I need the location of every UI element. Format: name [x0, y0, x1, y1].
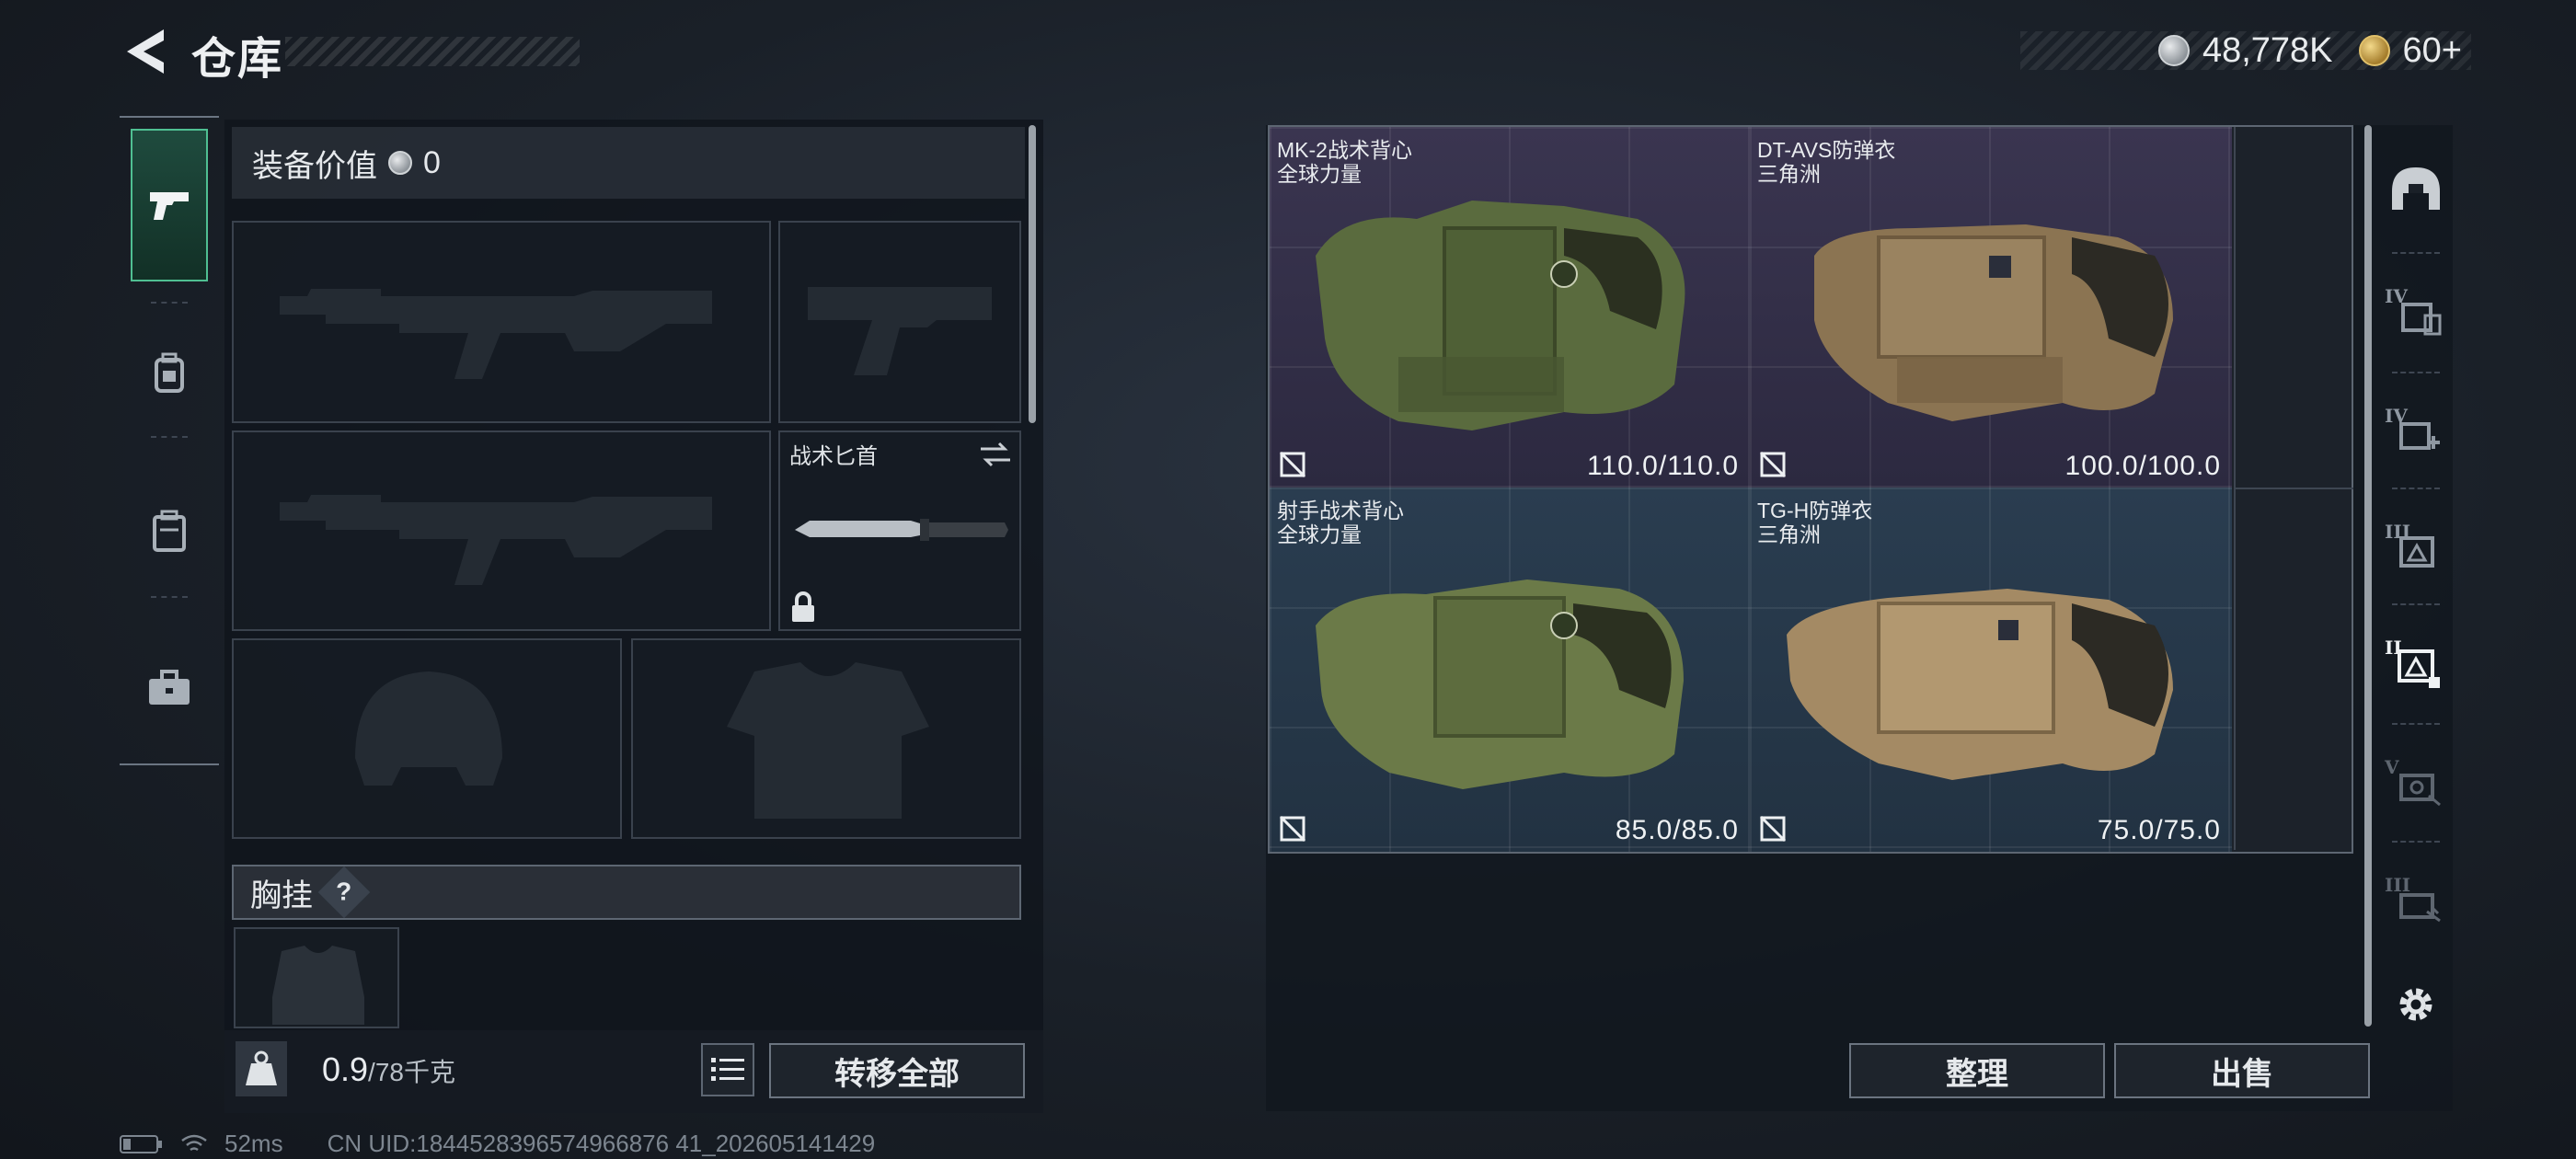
tier-label: IV — [2385, 285, 2408, 307]
helmet-silhouette-icon — [355, 671, 502, 786]
equipment-value-bar: 装备价值 0 — [232, 127, 1025, 199]
back-arrow-icon — [127, 29, 164, 74]
help-button[interactable]: ? — [317, 866, 371, 919]
tier-label: III — [2385, 521, 2411, 543]
tier-label: II — [2385, 637, 2402, 659]
equipment-value-amount: 0 — [423, 144, 441, 180]
silver-coin-icon — [388, 151, 412, 175]
stash-item-marksman-vest[interactable]: 射手战术背心 全球力量 85.0/85.0 — [1270, 488, 1750, 852]
item-durability: 100.0/100.0 — [2064, 451, 2221, 481]
no-insure-icon — [1279, 451, 1306, 478]
list-icon — [711, 1058, 744, 1081]
gold-currency-amount[interactable]: 60+ — [2403, 31, 2462, 71]
category-case[interactable] — [120, 486, 219, 578]
secondary-weapon-slot[interactable] — [778, 221, 1021, 423]
no-insure-icon — [1279, 815, 1306, 843]
body-armor-slot[interactable] — [631, 638, 1021, 839]
equipment-value-label: 装备价值 — [252, 148, 377, 184]
filter-armor-tier4[interactable]: IV — [2379, 269, 2453, 361]
helmet-filter-icon — [2392, 167, 2440, 210]
rifle-silhouette-icon — [280, 495, 712, 585]
gold-coin-icon — [2358, 35, 2390, 66]
filter-key-tier5[interactable]: V — [2379, 740, 2453, 832]
transfer-all-button[interactable]: 转移全部 — [769, 1043, 1025, 1098]
tier-label: V — [2385, 756, 2399, 778]
weight-max: /78千克 — [368, 1058, 455, 1086]
stash-item-dtavs-armor[interactable]: DT-AVS防弹衣 三角洲 100.0/100.0 — [1750, 127, 2232, 488]
category-sidebar — [120, 116, 219, 765]
category-weapons[interactable] — [131, 129, 208, 281]
helmet-slot[interactable] — [232, 638, 622, 839]
chest-rig-label: 胸挂 — [250, 878, 313, 913]
sell-button[interactable]: 出售 — [2114, 1043, 2370, 1098]
filter-medkit-tier4[interactable]: IV — [2379, 388, 2453, 480]
weight-kg-icon — [236, 1041, 287, 1096]
silver-currency-amount: 48,778K — [2202, 30, 2333, 70]
toolbox-icon — [149, 670, 190, 705]
currency-bar: 48,778K 60+ — [2020, 31, 2471, 70]
stash-grid: MK-2战术背心 全球力量 110.0/110.0 DT-AVS防弹衣 三角洲 — [1268, 125, 2353, 854]
title-decoration — [285, 37, 580, 66]
body-armor-icon — [1814, 224, 2173, 421]
page-title: 仓库 — [191, 35, 284, 84]
tactical-vest-icon — [1316, 201, 1685, 430]
status-bar: 52ms CN UID:1844528396574966876 41_20260… — [120, 1130, 875, 1158]
no-insure-icon — [1759, 451, 1787, 478]
help-icon: ? — [336, 877, 352, 906]
lock-icon — [792, 591, 814, 622]
item-durability: 85.0/85.0 — [1615, 815, 1739, 845]
primary-weapon-slot-2[interactable] — [232, 430, 771, 631]
settings-button[interactable] — [2379, 958, 2453, 1050]
item-durability: 75.0/75.0 — [2097, 815, 2221, 845]
armor-silhouette-icon — [727, 662, 929, 819]
chest-rig-silhouette-icon — [272, 946, 364, 1025]
item-durability: 110.0/110.0 — [1586, 451, 1739, 481]
stash-scrollbar[interactable] — [2364, 125, 2372, 1027]
melee-slot-label: 战术匕首 — [789, 444, 878, 469]
list-view-button[interactable] — [701, 1043, 754, 1096]
knife-icon — [795, 519, 1008, 541]
tier-label: IV — [2385, 405, 2408, 427]
weight-readout: 0.9/78千克 — [322, 1050, 455, 1089]
rifle-silhouette-icon — [280, 289, 712, 379]
pistol-icon — [150, 192, 189, 220]
melee-weapon-slot[interactable]: 战术匕首 — [778, 430, 1021, 631]
body-armor-icon — [1787, 589, 2173, 780]
category-backpack[interactable] — [120, 327, 219, 419]
filter-helmet[interactable] — [2379, 143, 2453, 235]
stash-empty-column[interactable] — [2234, 127, 2353, 850]
weight-current: 0.9 — [322, 1050, 369, 1088]
primary-weapon-slot[interactable] — [232, 221, 771, 423]
backpack-icon — [155, 352, 184, 393]
stash-item-tgh-armor[interactable]: TG-H防弹衣 三角洲 75.0/75.0 — [1750, 488, 2232, 852]
sort-button[interactable]: 整理 — [1849, 1043, 2105, 1098]
wifi-icon — [181, 1134, 207, 1151]
chest-rig-header: 胸挂 ? — [232, 865, 1021, 920]
case-icon — [153, 510, 186, 552]
uid-readout: CN UID:1844528396574966876 41_2026051414… — [327, 1130, 876, 1157]
back-button[interactable] — [118, 24, 173, 79]
ping-readout: 52ms — [224, 1130, 283, 1157]
swap-icon[interactable] — [977, 438, 1014, 471]
silver-coin-icon — [2157, 35, 2190, 66]
tier-label: III — [2385, 874, 2411, 896]
filter-armor-tier2[interactable]: II — [2379, 620, 2453, 712]
filter-key-tier3[interactable]: III — [2379, 857, 2453, 949]
chest-rig-slot[interactable] — [234, 927, 399, 1028]
tactical-vest-icon — [1316, 580, 1684, 789]
filter-armor-tier3[interactable]: III — [2379, 504, 2453, 596]
no-insure-icon — [1759, 815, 1787, 843]
category-toolbox[interactable] — [120, 642, 219, 734]
stash-item-mk2-vest[interactable]: MK-2战术背心 全球力量 110.0/110.0 — [1270, 127, 1750, 488]
loadout-scrollbar[interactable] — [1029, 125, 1036, 423]
stash-filter-rail: IV IV III II V III — [2379, 125, 2453, 1054]
pistol-silhouette-icon — [808, 287, 992, 375]
battery-icon — [120, 1134, 162, 1153]
settings-icon — [2399, 988, 2432, 1021]
